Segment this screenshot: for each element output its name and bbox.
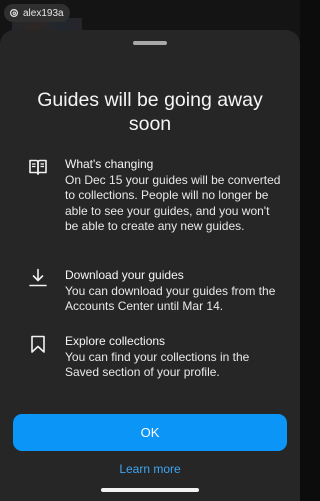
drag-handle[interactable] — [133, 41, 167, 45]
learn-more-link[interactable]: Learn more — [0, 462, 300, 476]
home-indicator — [101, 488, 199, 492]
item-heading: What's changing — [65, 157, 154, 171]
sheet-title: Guides will be going away soon — [37, 89, 263, 135]
item-body: On Dec 15 your guides will be converted … — [65, 172, 281, 234]
ok-button[interactable]: OK — [13, 414, 287, 451]
item-body: You can download your guides from the Ac… — [65, 283, 276, 314]
bookmark-icon — [31, 335, 45, 353]
threads-user-chip[interactable]: alex193a — [4, 4, 70, 22]
book-icon — [29, 159, 47, 175]
item-heading: Download your guides — [65, 268, 184, 282]
download-icon — [29, 268, 47, 287]
item-body: You can find your collections in the Sav… — [65, 349, 250, 380]
username-label: alex193a — [23, 7, 64, 19]
threads-icon — [9, 8, 19, 18]
bottom-sheet: Guides will be going away soon What's ch… — [0, 30, 300, 501]
item-heading: Explore collections — [65, 334, 166, 348]
